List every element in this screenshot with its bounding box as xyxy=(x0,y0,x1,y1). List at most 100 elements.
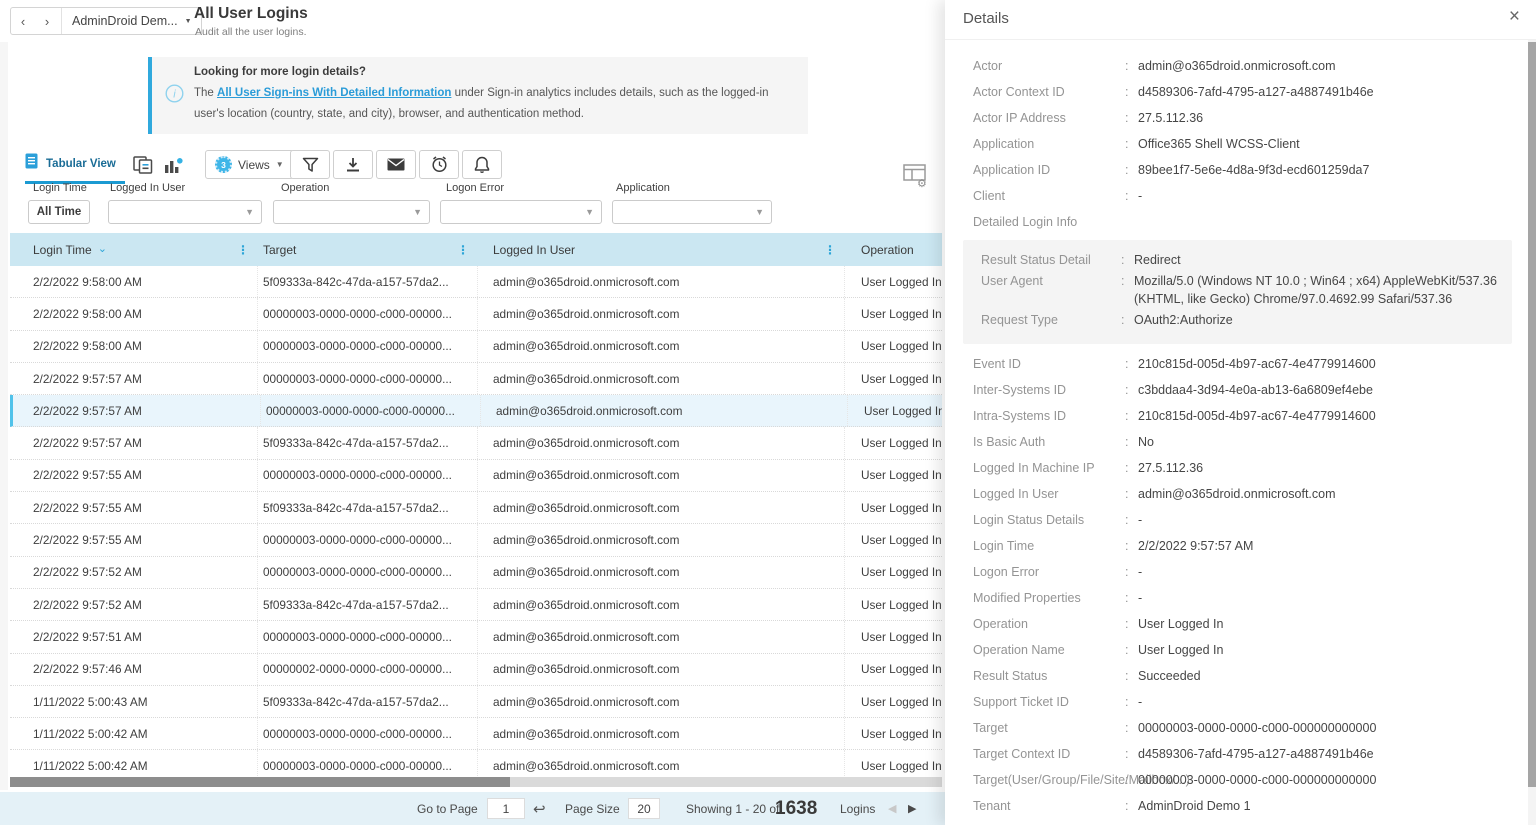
alerts-button[interactable] xyxy=(462,150,502,179)
table-row[interactable]: 2/2/2022 9:57:46 AM00000002-0000-0000-c0… xyxy=(10,654,942,686)
field-colon: : xyxy=(1125,486,1138,502)
field-value: Redirect xyxy=(1134,251,1500,269)
table-row[interactable]: 2/2/2022 9:57:57 AM00000003-0000-0000-c0… xyxy=(10,395,942,427)
cell-operation: User Logged In xyxy=(845,436,942,450)
tab-tabular-view[interactable]: Tabular View xyxy=(25,153,125,184)
table-row[interactable]: 1/11/2022 5:00:43 AM5f09333a-842c-47da-a… xyxy=(10,686,942,718)
column-header-target[interactable]: Target ⋮ xyxy=(258,233,478,266)
page-size-input[interactable] xyxy=(628,798,660,819)
field-value: c3bddaa4-3d94-4e0a-ab13-6a6809ef4ebe xyxy=(1138,382,1516,398)
workspace-selector[interactable]: AdminDroid Dem... xyxy=(62,14,185,28)
back-arrow-icon[interactable]: ‹ xyxy=(11,14,35,29)
table-row[interactable]: 2/2/2022 9:57:57 AM5f09333a-842c-47da-a1… xyxy=(10,427,942,459)
field-colon: : xyxy=(1125,110,1138,126)
horizontal-scrollbar-thumb[interactable] xyxy=(10,777,510,787)
go-icon[interactable]: ↩ xyxy=(533,792,546,825)
field-value: User Logged In xyxy=(1138,642,1516,658)
forward-arrow-icon[interactable]: › xyxy=(35,14,59,29)
field-colon: : xyxy=(1125,798,1138,814)
cell-logged-in-user: admin@o365droid.onmicrosoft.com xyxy=(481,395,848,426)
cell-logged-in-user: admin@o365droid.onmicrosoft.com xyxy=(478,363,845,394)
views-dropdown[interactable]: 3 Views ▼ xyxy=(205,150,294,179)
field-value: admin@o365droid.onmicrosoft.com xyxy=(1138,58,1516,74)
vertical-scrollbar-thumb[interactable] xyxy=(1528,42,1536,787)
next-page-icon[interactable]: ▶ xyxy=(908,792,916,825)
details-field-row: Target:00000003-0000-0000-c000-000000000… xyxy=(973,720,1516,736)
field-value: AdminDroid Demo 1 xyxy=(1138,798,1516,814)
details-panel-header: Details × xyxy=(945,0,1536,40)
column-header-login-time[interactable]: Login Time⌄ ⋮ xyxy=(10,233,258,266)
horizontal-scrollbar xyxy=(10,777,942,787)
close-icon[interactable]: × xyxy=(1509,6,1520,28)
details-field-row: Login Time:2/2/2022 9:57:57 AM xyxy=(973,538,1516,554)
showing-range: Showing 1 - 20 of xyxy=(686,792,779,825)
page-number-input[interactable] xyxy=(487,798,525,819)
table-row[interactable]: 2/2/2022 9:57:51 AM00000003-0000-0000-c0… xyxy=(10,621,942,653)
info-banner: i Looking for more login details? The Al… xyxy=(148,57,808,134)
column-header-logged-in-user[interactable]: Logged In User ⋮ xyxy=(478,233,845,266)
details-fields: Actor:admin@o365droid.onmicrosoft.comAct… xyxy=(945,40,1536,825)
field-value: 27.5.112.36 xyxy=(1138,460,1516,476)
field-label: Logon Error xyxy=(973,564,1125,580)
filter-label-login-time: Login Time xyxy=(33,182,87,194)
email-button[interactable] xyxy=(376,150,416,179)
cell-logged-in-user: admin@o365droid.onmicrosoft.com xyxy=(478,621,845,652)
field-value: 89bee1f7-5e6e-4d8a-9f3d-ecd601259da7 xyxy=(1138,162,1516,178)
field-value: - xyxy=(1138,590,1516,606)
table-row[interactable]: 2/2/2022 9:57:57 AM00000003-0000-0000-c0… xyxy=(10,363,942,395)
column-menu-icon[interactable]: ⋮ xyxy=(237,243,258,257)
column-settings-icon[interactable]: ⚙ xyxy=(903,164,930,193)
table-row[interactable]: 2/2/2022 9:58:00 AM00000003-0000-0000-c0… xyxy=(10,331,942,363)
details-field-row: Request Type:OAuth2:Authorize xyxy=(981,311,1500,329)
schedule-button[interactable] xyxy=(419,150,459,179)
application-filter[interactable]: ▼ xyxy=(612,200,772,224)
column-menu-icon[interactable]: ⋮ xyxy=(824,243,845,257)
details-field-row: Actor Context ID:d4589306-7afd-4795-a127… xyxy=(973,84,1516,100)
field-value: Office365 Shell WCSS-Client xyxy=(1138,136,1516,152)
cell-login-time: 2/2/2022 9:57:51 AM xyxy=(10,621,258,652)
alarm-clock-icon xyxy=(431,156,448,173)
operation-filter[interactable]: ▼ xyxy=(273,200,430,224)
field-value: - xyxy=(1138,694,1516,710)
cell-operation: User Logged In xyxy=(845,501,942,515)
details-field-row: Support Ticket ID:- xyxy=(973,694,1516,710)
collapsed-sidebar-strip xyxy=(0,42,8,790)
cell-login-time: 2/2/2022 9:57:57 AM xyxy=(13,395,261,426)
field-colon: : xyxy=(1121,251,1134,269)
go-to-page-label: Go to Page xyxy=(417,792,478,825)
cell-operation: User Logged In xyxy=(845,372,942,386)
table-row[interactable]: 2/2/2022 9:57:55 AM00000003-0000-0000-c0… xyxy=(10,524,942,556)
table-row[interactable]: 1/11/2022 5:00:42 AM00000003-0000-0000-c… xyxy=(10,718,942,750)
cell-operation: User Logged In xyxy=(845,662,942,676)
cell-operation: User Logged In xyxy=(845,275,942,289)
logged-in-user-filter[interactable]: ▼ xyxy=(108,200,262,224)
table-row[interactable]: 2/2/2022 9:57:52 AM5f09333a-842c-47da-a1… xyxy=(10,589,942,621)
table-row[interactable]: 2/2/2022 9:57:52 AM00000003-0000-0000-c0… xyxy=(10,557,942,589)
field-label: Detailed Login Info xyxy=(973,214,1125,230)
report-copy-view-icon[interactable] xyxy=(133,156,154,179)
field-colon: : xyxy=(1125,642,1138,658)
details-panel: Details × Actor:admin@o365droid.onmicros… xyxy=(945,0,1536,825)
filter-button[interactable] xyxy=(290,150,330,179)
column-menu-icon[interactable]: ⋮ xyxy=(457,243,478,257)
details-field-row: User Agent:Mozilla/5.0 (Windows NT 10.0 … xyxy=(981,272,1500,308)
column-header-operation[interactable]: Operation xyxy=(845,233,942,266)
table-row[interactable]: 2/2/2022 9:57:55 AM00000003-0000-0000-c0… xyxy=(10,460,942,492)
prev-page-icon[interactable]: ◀ xyxy=(888,792,896,825)
table-row[interactable]: 2/2/2022 9:58:00 AM5f09333a-842c-47da-a1… xyxy=(10,266,942,298)
svg-text:⚙: ⚙ xyxy=(917,178,927,188)
logon-error-filter[interactable]: ▼ xyxy=(440,200,602,224)
total-count: 1638 xyxy=(775,792,817,825)
login-time-filter-button[interactable]: All Time xyxy=(28,200,90,224)
field-label: Client xyxy=(973,188,1125,204)
field-value: Mozilla/5.0 (Windows NT 10.0 ; Win64 ; x… xyxy=(1134,272,1500,308)
details-field-row: Result Status:Succeeded xyxy=(973,668,1516,684)
download-icon xyxy=(345,157,361,173)
field-colon: : xyxy=(1125,434,1138,450)
table-row[interactable]: 2/2/2022 9:57:55 AM5f09333a-842c-47da-a1… xyxy=(10,492,942,524)
chart-view-icon[interactable] xyxy=(163,156,183,179)
export-button[interactable] xyxy=(333,150,373,179)
detailed-signins-link[interactable]: All User Sign-ins With Detailed Informat… xyxy=(217,87,451,99)
table-row[interactable]: 2/2/2022 9:58:00 AM00000003-0000-0000-c0… xyxy=(10,298,942,330)
cell-login-time: 2/2/2022 9:58:00 AM xyxy=(10,266,258,297)
